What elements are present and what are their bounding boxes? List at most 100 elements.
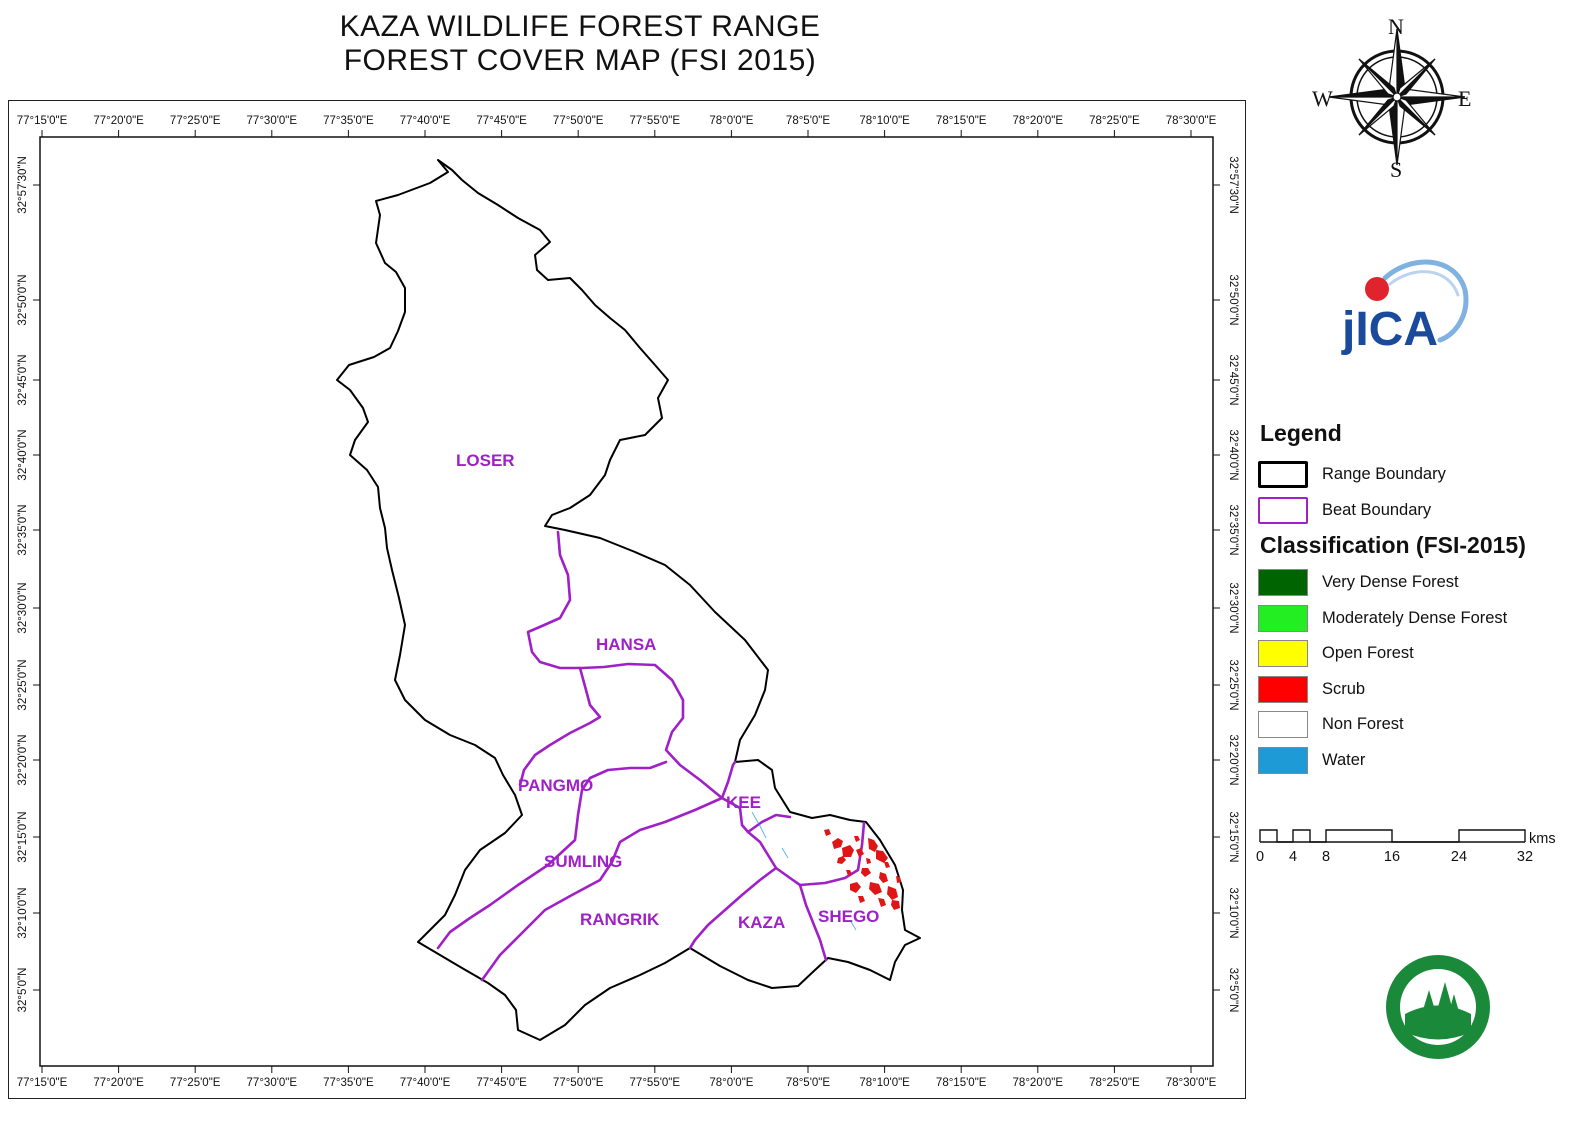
scale-label: 8 bbox=[1322, 849, 1330, 865]
longitude-label: 78°15'0"E bbox=[936, 115, 987, 127]
latitude-label: 32°45'0"N bbox=[1227, 354, 1239, 405]
latitude-label: 32°20'0"N bbox=[17, 734, 29, 785]
latitude-label: 32°40'0"N bbox=[1227, 429, 1239, 480]
scale-bar: 0 4 8 16 24 32 kms bbox=[1256, 829, 1556, 865]
longitude-label: 78°15'0"E bbox=[936, 1077, 987, 1089]
latitude-label: 32°10'0"N bbox=[1227, 887, 1239, 938]
north-arrow-icon: N S E W bbox=[1312, 14, 1471, 180]
latitude-label: 32°25'0"N bbox=[1227, 659, 1239, 710]
latitude-label: 32°45'0"N bbox=[17, 354, 29, 405]
latitude-label: 32°57'30"N bbox=[1227, 156, 1239, 214]
legend-label: Water bbox=[1322, 750, 1366, 769]
legend-item-class: Non Forest bbox=[1258, 707, 1578, 743]
beat-boundary-swatch bbox=[1258, 496, 1308, 524]
legend-item-class: Open Forest bbox=[1258, 636, 1578, 672]
scale-unit: kms bbox=[1529, 831, 1556, 847]
longitude-labels-top: 77°15'0"E 77°20'0"E 77°25'0"E 77°30'0"E 77°3… bbox=[17, 115, 1217, 127]
class-swatch bbox=[1258, 746, 1308, 774]
longitude-labels-bottom: 77°15'0"E 77°20'0"E 77°25'0"E 77°30'0"E 77°3… bbox=[17, 1077, 1217, 1089]
compass-s: S bbox=[1390, 157, 1402, 180]
legend-item-range-boundary: Range Boundary bbox=[1258, 457, 1578, 493]
legend-label: Beat Boundary bbox=[1322, 500, 1432, 519]
longitude-label: 77°30'0"E bbox=[247, 1077, 298, 1089]
longitude-label: 77°35'0"E bbox=[323, 115, 374, 127]
legend-label: Very Dense Forest bbox=[1322, 573, 1459, 592]
longitude-label: 77°50'0"E bbox=[553, 115, 604, 127]
class-swatch bbox=[1258, 640, 1308, 668]
latitude-label: 32°20'0"N bbox=[1227, 734, 1239, 785]
longitude-label: 78°25'0"E bbox=[1089, 115, 1140, 127]
longitude-label: 78°30'0"E bbox=[1166, 1077, 1217, 1089]
latitude-label: 32°10'0"N bbox=[17, 887, 29, 938]
longitude-label: 77°35'0"E bbox=[323, 1077, 374, 1089]
latitude-label: 32°30'0"N bbox=[17, 582, 29, 633]
longitude-label: 77°25'0"E bbox=[170, 115, 221, 127]
longitude-label: 78°0'0"E bbox=[709, 1077, 753, 1089]
class-swatch bbox=[1258, 604, 1308, 632]
longitude-label: 78°10'0"E bbox=[859, 1077, 910, 1089]
legend-item-class: Water bbox=[1258, 743, 1578, 779]
legend-label: Open Forest bbox=[1322, 644, 1414, 663]
legend-label: Non Forest bbox=[1322, 715, 1404, 734]
latitude-label: 32°50'0"N bbox=[17, 274, 29, 325]
classification-title: Classification (FSI-2015) bbox=[1260, 532, 1526, 558]
scale-label: 32 bbox=[1517, 849, 1533, 865]
longitude-label: 77°20'0"E bbox=[93, 1077, 144, 1089]
longitude-label: 78°0'0"E bbox=[709, 115, 753, 127]
scale-labels: 0 4 8 16 24 32 bbox=[1256, 849, 1533, 865]
longitude-label: 78°10'0"E bbox=[859, 115, 910, 127]
class-swatch bbox=[1258, 711, 1308, 739]
longitude-label: 77°15'0"E bbox=[17, 1077, 68, 1089]
longitude-label: 78°20'0"E bbox=[1013, 1077, 1064, 1089]
legend-label: Range Boundary bbox=[1322, 465, 1446, 484]
beat-label-loser: LOSER bbox=[456, 451, 515, 470]
beat-label-kaza: KAZA bbox=[738, 913, 785, 932]
compass-e: E bbox=[1458, 86, 1471, 111]
class-swatch bbox=[1258, 569, 1308, 597]
latitude-label: 32°25'0"N bbox=[17, 659, 29, 710]
beat-label-pangmo: PANGMO bbox=[518, 776, 593, 795]
beat-label-shego: SHEGO bbox=[818, 907, 879, 926]
scale-label: 4 bbox=[1289, 849, 1297, 865]
latitude-label: 32°57'30"N bbox=[17, 156, 29, 214]
class-swatch bbox=[1258, 675, 1308, 703]
longitude-label: 77°40'0"E bbox=[400, 1077, 451, 1089]
latitude-label: 32°35'0"N bbox=[17, 504, 29, 555]
longitude-label: 78°30'0"E bbox=[1166, 115, 1217, 127]
latitude-label: 32°35'0"N bbox=[1227, 504, 1239, 555]
longitude-label: 77°15'0"E bbox=[17, 115, 68, 127]
longitude-label: 78°20'0"E bbox=[1013, 115, 1064, 127]
longitude-label: 77°55'0"E bbox=[630, 115, 681, 127]
latitude-label: 32°30'0"N bbox=[1227, 582, 1239, 633]
longitude-label: 78°25'0"E bbox=[1089, 1077, 1140, 1089]
legend: Legend Range Boundary Beat Boundary Clas… bbox=[1258, 420, 1578, 778]
jica-logo-text: jICA bbox=[1341, 303, 1438, 356]
scale-label: 24 bbox=[1451, 849, 1467, 865]
legend-item-class: Scrub bbox=[1258, 672, 1578, 708]
legend-label: Moderately Dense Forest bbox=[1322, 608, 1508, 627]
beat-label-hansa: HANSA bbox=[596, 635, 656, 654]
latitude-label: 32°5'0"N bbox=[17, 968, 29, 1013]
latitude-labels-left: 32°57'30"N 32°50'0"N 32°45'0"N 32°40'0"N 32°… bbox=[17, 156, 29, 1012]
longitude-label: 77°30'0"E bbox=[247, 115, 298, 127]
legend-title: Legend bbox=[1260, 420, 1342, 446]
longitude-label: 77°45'0"E bbox=[476, 1077, 527, 1089]
scale-label: 0 bbox=[1256, 849, 1264, 865]
longitude-label: 77°45'0"E bbox=[476, 115, 527, 127]
scale-label: 16 bbox=[1384, 849, 1400, 865]
forest-department-emblem bbox=[1386, 955, 1490, 1059]
latitude-label: 32°15'0"N bbox=[17, 811, 29, 862]
compass-n: N bbox=[1388, 14, 1404, 39]
compass-w: W bbox=[1312, 86, 1333, 111]
jica-logo: jICA bbox=[1341, 259, 1469, 356]
legend-item-class: Very Dense Forest bbox=[1258, 565, 1578, 601]
beat-label-kee: KEE bbox=[726, 793, 761, 812]
latitude-labels-right: 32°57'30"N 32°50'0"N 32°45'0"N 32°40'0"N 32°… bbox=[1227, 156, 1239, 1012]
classification-list: Very Dense Forest Moderately Dense Forest… bbox=[1258, 565, 1578, 778]
beat-label-rangrik: RANGRIK bbox=[580, 910, 660, 929]
latitude-label: 32°5'0"N bbox=[1227, 968, 1239, 1013]
longitude-label: 78°5'0"E bbox=[786, 1077, 830, 1089]
longitude-label: 77°50'0"E bbox=[553, 1077, 604, 1089]
latitude-label: 32°50'0"N bbox=[1227, 274, 1239, 325]
longitude-label: 77°55'0"E bbox=[630, 1077, 681, 1089]
